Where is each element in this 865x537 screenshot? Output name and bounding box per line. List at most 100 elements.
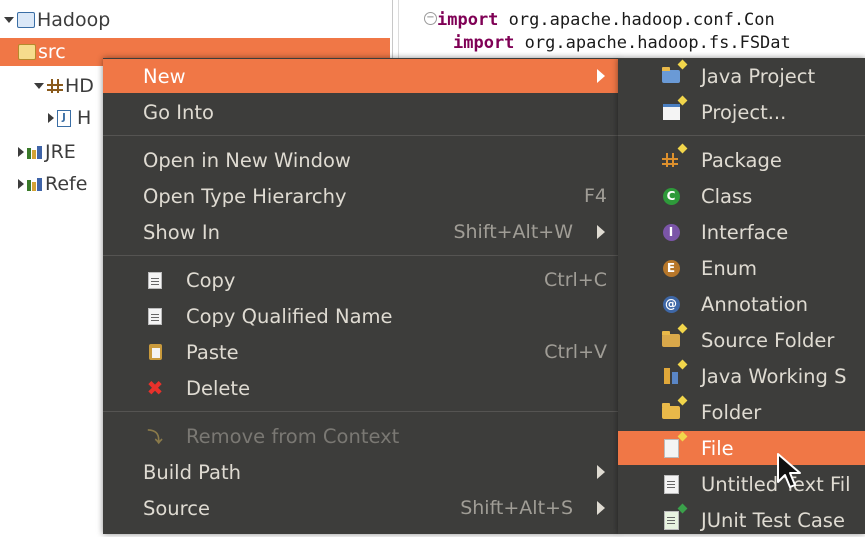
menu-separator	[103, 135, 619, 136]
menu-item-label: Annotation	[701, 292, 808, 316]
menu-item-delete[interactable]: ✖ Delete	[103, 371, 619, 405]
context-menu: New Go Into Open in New Window Open Type…	[103, 58, 619, 534]
menu-item-label: File	[701, 436, 734, 460]
collapse-arrow-icon[interactable]	[18, 179, 24, 189]
menu-item-label: Folder	[701, 400, 762, 424]
menu-item-label: Project...	[701, 100, 787, 124]
submenu-item-file[interactable]: File	[618, 431, 865, 465]
submenu-item-source-folder[interactable]: Source Folder	[618, 323, 865, 357]
mouse-cursor-icon	[777, 453, 801, 488]
project-icon	[660, 95, 688, 123]
submenu-item-java-working-set[interactable]: Java Working S	[618, 359, 865, 393]
submenu-item-enum[interactable]: E Enum	[618, 251, 865, 285]
submenu-item-project[interactable]: Project...	[618, 95, 865, 129]
submenu-item-class[interactable]: C Class	[618, 179, 865, 213]
code-line: import org.apache.hadoop.fs.FSDat	[453, 33, 791, 55]
source-folder-icon	[660, 323, 688, 351]
tree-item-label: Hadoop	[37, 9, 111, 31]
folder-icon	[660, 395, 688, 423]
class-icon: C	[660, 185, 682, 207]
code-line: import org.apache.hadoop.conf.Con	[437, 10, 775, 32]
menu-item-label: Source Folder	[701, 328, 835, 352]
fold-toggle-icon[interactable]: −	[424, 12, 437, 25]
menu-item-label: New	[143, 64, 186, 88]
menu-item-open-type-hierarchy[interactable]: Open Type Hierarchy F4	[103, 179, 619, 213]
menu-item-label: Build Path	[143, 460, 241, 484]
package-icon	[47, 79, 63, 93]
project-folder-icon	[17, 12, 35, 28]
menu-item-label: Copy Qualified Name	[186, 304, 393, 328]
file-icon	[660, 431, 688, 459]
library-icon	[27, 177, 43, 191]
expand-arrow-icon[interactable]	[34, 83, 44, 89]
annotation-icon: @	[660, 293, 682, 315]
submenu-item-folder[interactable]: Folder	[618, 395, 865, 429]
menu-item-label: Open Type Hierarchy	[143, 184, 347, 208]
code-text: org.apache.hadoop.fs.FSDat	[514, 33, 791, 53]
submenu-arrow-icon	[597, 69, 605, 83]
menu-separator	[103, 411, 619, 412]
menu-item-label: Interface	[701, 220, 789, 244]
menu-item-copy-qualified-name[interactable]: Copy Qualified Name	[103, 299, 619, 333]
menu-item-label: Delete	[186, 376, 251, 400]
tree-item-label: src	[38, 41, 66, 63]
library-icon	[27, 145, 43, 159]
submenu-item-untitled-text-file[interactable]: Untitled Text Fil	[618, 467, 865, 501]
menu-item-open-in-new-window[interactable]: Open in New Window	[103, 143, 619, 177]
expand-arrow-icon[interactable]	[4, 17, 14, 23]
new-submenu: Java Project Project... Package C Class …	[618, 58, 865, 534]
menu-item-shortcut: Ctrl+V	[544, 341, 607, 363]
submenu-item-java-project[interactable]: Java Project	[618, 59, 865, 93]
menu-item-new[interactable]: New	[103, 59, 619, 93]
menu-item-shortcut: Shift+Alt+S	[460, 497, 573, 519]
menu-item-label: Open in New Window	[143, 148, 351, 172]
submenu-arrow-icon	[597, 501, 605, 515]
menu-item-go-into[interactable]: Go Into	[103, 95, 619, 129]
java-project-icon	[660, 59, 688, 87]
submenu-item-package[interactable]: Package	[618, 143, 865, 177]
menu-item-label: Show In	[143, 220, 220, 244]
tree-item-java-file[interactable]: J H	[48, 104, 91, 132]
source-folder-icon	[18, 44, 36, 60]
menu-item-label: Source	[143, 496, 210, 520]
menu-item-show-in[interactable]: Show In Shift+Alt+W	[103, 215, 619, 249]
tree-item-label: H	[77, 107, 92, 129]
menu-item-label: Copy	[186, 268, 236, 292]
java-file-icon: J	[57, 109, 71, 127]
code-text: org.apache.hadoop.conf.Con	[498, 10, 775, 30]
code-keyword: import	[453, 33, 515, 53]
paste-icon	[145, 342, 165, 362]
menu-item-label: Enum	[701, 256, 758, 280]
menu-item-label: Paste	[186, 340, 239, 364]
menu-item-shortcut: F4	[583, 185, 607, 207]
code-keyword: import	[437, 10, 499, 30]
copy-icon	[145, 270, 165, 290]
enum-icon: E	[660, 257, 682, 279]
menu-separator	[103, 255, 619, 256]
submenu-arrow-icon	[597, 225, 605, 239]
menu-item-copy[interactable]: Copy Ctrl+C	[103, 263, 619, 297]
submenu-item-junit-test-case[interactable]: JUnit Test Case	[618, 503, 865, 537]
menu-separator	[618, 135, 865, 136]
tree-item-label: JRE	[45, 141, 76, 163]
tree-item-jre[interactable]: JRE	[18, 138, 76, 166]
menu-item-label: Package	[701, 148, 782, 172]
menu-item-label: Go Into	[143, 100, 214, 124]
menu-item-label: Java Working S	[701, 364, 847, 388]
tree-item-hadoop[interactable]: Hadoop	[4, 6, 110, 34]
menu-item-shortcut: Shift+Alt+W	[453, 221, 573, 243]
delete-icon: ✖	[146, 376, 164, 400]
menu-item-paste[interactable]: Paste Ctrl+V	[103, 335, 619, 369]
tree-item-referenced-libraries[interactable]: Refe	[18, 170, 87, 198]
menu-item-remove-from-context[interactable]: ⤵ Remove from Context	[103, 419, 619, 453]
submenu-item-annotation[interactable]: @ Annotation	[618, 287, 865, 321]
collapse-arrow-icon[interactable]	[18, 147, 24, 157]
menu-item-label: JUnit Test Case	[701, 508, 845, 532]
junit-test-case-icon	[660, 503, 688, 531]
menu-item-source[interactable]: Source Shift+Alt+S	[103, 491, 619, 525]
collapse-arrow-icon[interactable]	[48, 113, 54, 123]
remove-from-context-icon: ⤵	[147, 427, 163, 446]
submenu-item-interface[interactable]: I Interface	[618, 215, 865, 249]
menu-item-build-path[interactable]: Build Path	[103, 455, 619, 489]
tree-item-package[interactable]: HD	[34, 72, 94, 100]
